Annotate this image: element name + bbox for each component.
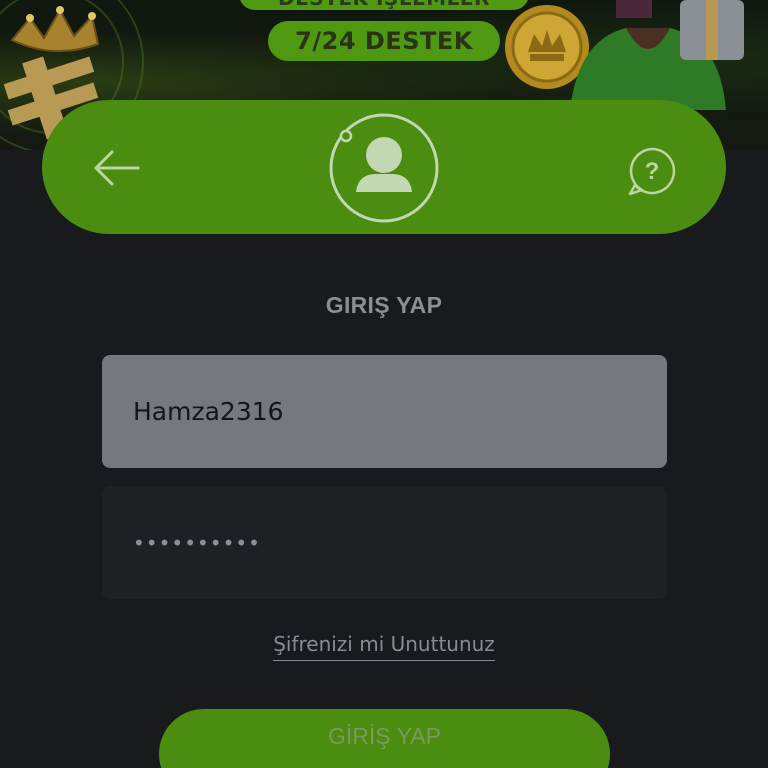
promo-figure [570, 0, 744, 110]
password-value: •••••••••• [133, 530, 261, 555]
svg-text:?: ? [645, 158, 660, 185]
question-bubble-icon[interactable]: ? [626, 146, 678, 198]
forgot-password-row: Şifrenizi mi Unuttunuz [0, 632, 768, 661]
login-button[interactable]: GİRİŞ YAP [159, 709, 610, 768]
password-field[interactable]: •••••••••• [102, 486, 667, 599]
arrow-left-icon[interactable] [90, 148, 142, 188]
username-field[interactable]: Hamza2316 [102, 355, 667, 468]
support-badge: 7/24 DESTEK [268, 21, 500, 61]
login-screen: DESTEK İŞLEMLER 7/24 DESTEK [0, 0, 768, 768]
forgot-password-link[interactable]: Şifrenizi mi Unuttunuz [273, 632, 495, 661]
banner-headline: DESTEK İŞLEMLER [239, 0, 529, 10]
header-bar: ? [42, 100, 726, 234]
username-value: Hamza2316 [133, 397, 284, 426]
login-button-label: GİRİŞ YAP [328, 723, 441, 749]
page-title: GIRIŞ YAP [325, 292, 443, 318]
user-avatar-icon [329, 113, 439, 223]
